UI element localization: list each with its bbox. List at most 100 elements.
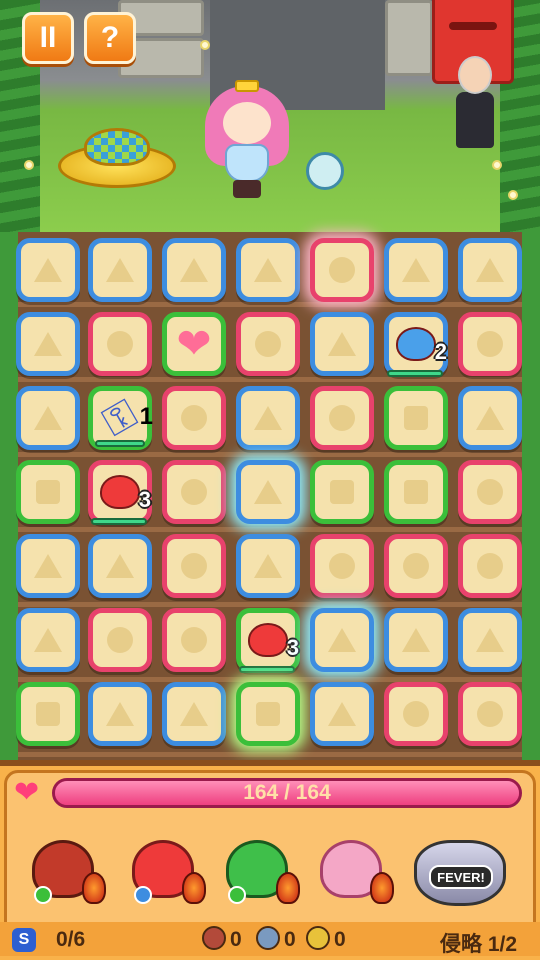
board-tile[interactable] <box>458 682 522 746</box>
score-label: 0/6 <box>56 928 86 951</box>
hp-bar: 164 / 164 <box>52 778 522 808</box>
triangle-shape <box>34 554 62 578</box>
help-button[interactable]: ? <box>84 12 136 64</box>
board-tile[interactable] <box>88 608 152 672</box>
triangle-shape <box>34 406 62 430</box>
circle-shape <box>477 553 503 579</box>
board-tile[interactable]: ❤ <box>162 312 226 376</box>
fire-icon <box>370 872 394 904</box>
square-shape <box>404 480 428 504</box>
circle-shape <box>107 627 133 653</box>
board-tile[interactable] <box>162 608 226 672</box>
party-member-green-dragon[interactable] <box>218 820 300 910</box>
party-member-red-bird[interactable] <box>124 820 206 910</box>
board-tile[interactable] <box>88 682 152 746</box>
board-tile[interactable] <box>310 682 374 746</box>
board-tile[interactable] <box>458 312 522 376</box>
key-count: 1 <box>139 403 153 430</box>
board-tile[interactable] <box>458 534 522 598</box>
board-tile[interactable] <box>162 460 226 524</box>
board-tile[interactable] <box>162 386 226 450</box>
board-tile[interactable] <box>310 534 374 598</box>
board-tile[interactable] <box>310 460 374 524</box>
pause-icon: II <box>39 21 57 54</box>
puzzle-board: ❤ 2 ⚿ 1 3 3 <box>0 232 540 760</box>
wood-attr-icon <box>34 886 52 904</box>
board-tile[interactable] <box>16 312 80 376</box>
board-tile[interactable] <box>458 238 522 302</box>
board-tile[interactable] <box>16 460 80 524</box>
flower <box>200 40 210 50</box>
board-tile[interactable] <box>162 682 226 746</box>
board-tile[interactable] <box>88 534 152 598</box>
board-tile[interactable] <box>310 386 374 450</box>
board-tile[interactable]: 3 <box>88 460 152 525</box>
item1-icon <box>202 926 226 950</box>
party-member-flower-monster[interactable] <box>24 820 106 910</box>
board-tile[interactable] <box>310 608 374 672</box>
triangle-shape <box>476 406 504 430</box>
triangle-shape <box>254 406 282 430</box>
triangle-shape <box>180 258 208 282</box>
board-tile[interactable] <box>16 534 80 598</box>
egg-item <box>306 152 344 190</box>
board-tile[interactable] <box>310 238 374 302</box>
board-tile[interactable]: ⚿ 1 <box>88 386 153 450</box>
blue-penguin-icon <box>396 327 436 361</box>
pause-button[interactable]: II <box>22 12 74 64</box>
board-tile[interactable] <box>236 238 300 302</box>
unit-count: 2 <box>434 339 447 364</box>
board-tile[interactable] <box>384 238 448 302</box>
triangle-shape <box>34 628 62 652</box>
board-tile[interactable] <box>458 386 522 450</box>
unit-hp-bar <box>91 518 147 525</box>
item1-count: 0 <box>230 928 242 951</box>
board-tile[interactable] <box>236 312 300 376</box>
blue-penguin-unit: 2 <box>387 317 447 377</box>
fever-pot-icon[interactable]: FEVER! <box>414 840 506 906</box>
board-tile[interactable] <box>458 608 522 672</box>
board-tile[interactable] <box>384 386 448 450</box>
fire-icon <box>82 872 106 904</box>
circle-shape <box>477 331 503 357</box>
board-tile[interactable] <box>236 386 300 450</box>
board-tile[interactable] <box>384 534 448 598</box>
board-tile[interactable] <box>236 534 300 598</box>
board-tile[interactable] <box>162 534 226 598</box>
board-tile[interactable] <box>16 238 80 302</box>
circle-shape <box>477 701 503 727</box>
ufo-object <box>58 118 176 188</box>
board-tile[interactable] <box>162 238 226 302</box>
board-tile[interactable]: 3 <box>236 608 300 673</box>
circle-shape <box>403 553 429 579</box>
item3-icon <box>306 926 330 950</box>
triangle-shape <box>106 258 134 282</box>
board-tile[interactable] <box>16 608 80 672</box>
item2-count: 0 <box>284 928 296 951</box>
board-tile[interactable] <box>236 460 300 524</box>
board-tile[interactable] <box>16 682 80 746</box>
board-tile[interactable] <box>384 682 448 746</box>
board-tile[interactable] <box>88 238 152 302</box>
board-tile[interactable] <box>384 460 448 524</box>
fire-icon <box>276 872 300 904</box>
board-tile[interactable] <box>310 312 374 376</box>
party-member-nurse[interactable] <box>312 820 394 910</box>
board-tile[interactable] <box>384 608 448 672</box>
triangle-shape <box>106 554 134 578</box>
item2-icon <box>256 926 280 950</box>
water-attr-icon <box>134 886 152 904</box>
triangle-shape <box>34 258 62 282</box>
square-shape <box>404 406 428 430</box>
board-tile[interactable] <box>458 460 522 524</box>
red-bird-unit: 3 <box>239 613 299 673</box>
board-tile[interactable] <box>236 682 300 746</box>
board-tile[interactable]: 2 <box>384 312 448 377</box>
triangle-shape <box>106 702 134 726</box>
unit-count: 3 <box>138 487 151 512</box>
red-bird-icon <box>100 475 140 509</box>
board-tile[interactable] <box>16 386 80 450</box>
board-tile[interactable] <box>88 312 152 376</box>
triangle-shape <box>34 332 62 356</box>
circle-shape <box>107 331 133 357</box>
